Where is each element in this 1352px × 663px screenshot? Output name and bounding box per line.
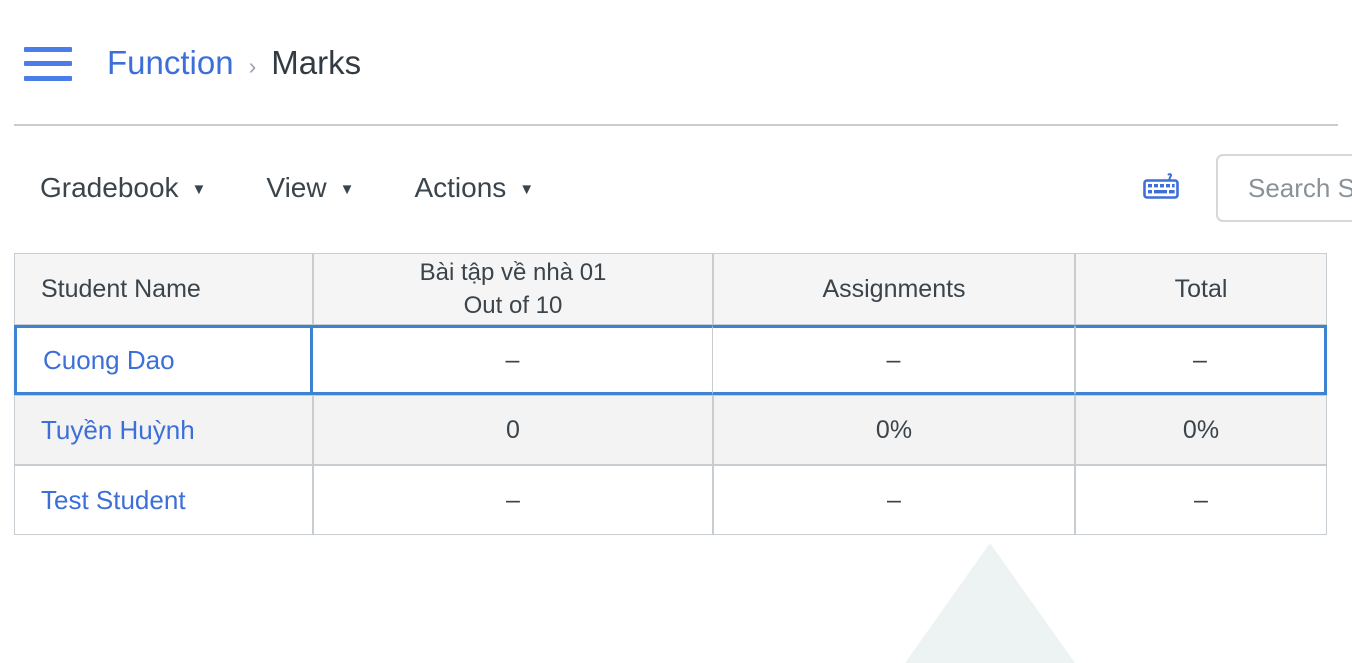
- chevron-down-icon: ▼: [519, 180, 535, 198]
- gradebook-grid: Student Name Bài tập về nhà 01 Out of 10…: [14, 253, 1327, 535]
- assignment-group-score-cell[interactable]: –: [713, 325, 1075, 395]
- gradebook-menu-label: Gradebook: [40, 172, 179, 203]
- assignment-title: Bài tập về nhà 01: [419, 258, 607, 286]
- table-row[interactable]: Test Student – – –: [14, 465, 1327, 535]
- view-menu-label: View: [266, 172, 327, 203]
- student-name-cell[interactable]: Tuyền Huỳnh: [14, 395, 313, 465]
- chevron-down-icon: ▼: [339, 180, 355, 198]
- column-header-student-name[interactable]: Student Name: [14, 253, 313, 325]
- total-score-cell[interactable]: 0%: [1075, 395, 1327, 465]
- breadcrumb-link-course[interactable]: Function: [107, 44, 234, 82]
- keyboard-icon[interactable]: [1142, 172, 1180, 204]
- actions-menu-label: Actions: [414, 172, 507, 203]
- student-name-cell[interactable]: Cuong Dao: [14, 325, 313, 395]
- column-header-total[interactable]: Total: [1075, 253, 1327, 325]
- student-link[interactable]: Test Student: [41, 485, 186, 515]
- hamburger-bar: [24, 75, 72, 81]
- student-name-cell[interactable]: Test Student: [14, 465, 313, 535]
- breadcrumb-separator-icon: ›: [248, 52, 257, 79]
- hamburger-bar: [24, 61, 72, 66]
- actions-menu-button[interactable]: Actions ▼: [412, 168, 536, 208]
- assignment-group-score-cell[interactable]: 0%: [713, 395, 1075, 465]
- table-row[interactable]: Cuong Dao – – –: [14, 325, 1327, 395]
- breadcrumb: Function › Marks: [107, 44, 361, 82]
- gradebook-menu-button[interactable]: Gradebook ▼: [38, 168, 208, 208]
- student-link[interactable]: Tuyền Huỳnh: [41, 415, 195, 445]
- assignment-score-cell[interactable]: –: [313, 465, 713, 535]
- chevron-down-icon: ▼: [191, 180, 207, 198]
- assignment-group-score-cell[interactable]: –: [713, 465, 1075, 535]
- column-header-assignment[interactable]: Bài tập về nhà 01 Out of 10: [313, 253, 713, 325]
- background-watermark-triangle: [905, 543, 1075, 663]
- hamburger-bar: [24, 46, 72, 52]
- total-score-cell[interactable]: –: [1075, 325, 1327, 395]
- view-menu-button[interactable]: View ▼: [264, 168, 356, 208]
- assignment-points-possible: Out of 10: [463, 292, 563, 319]
- student-link[interactable]: Cuong Dao: [43, 345, 175, 375]
- assignment-score-cell[interactable]: –: [313, 325, 713, 395]
- total-score-cell[interactable]: –: [1075, 465, 1327, 535]
- hamburger-menu-icon[interactable]: [24, 46, 72, 81]
- table-row[interactable]: Tuyền Huỳnh 0 0% 0%: [14, 395, 1327, 465]
- toolbar-right-group: [1142, 154, 1352, 222]
- column-header-assignment-group[interactable]: Assignments: [713, 253, 1075, 325]
- breadcrumb-current-page: Marks: [271, 43, 362, 81]
- assignment-score-cell[interactable]: 0: [313, 395, 713, 465]
- grid-body: Cuong Dao – – – Tuyền Huỳnh 0 0% 0% Test…: [14, 325, 1327, 535]
- page-header: Function › Marks: [0, 0, 1352, 125]
- search-students-input[interactable]: [1216, 154, 1352, 222]
- gradebook-toolbar: Gradebook ▼ View ▼ Actions ▼: [0, 125, 1352, 251]
- grid-header-row: Student Name Bài tập về nhà 01 Out of 10…: [14, 253, 1327, 325]
